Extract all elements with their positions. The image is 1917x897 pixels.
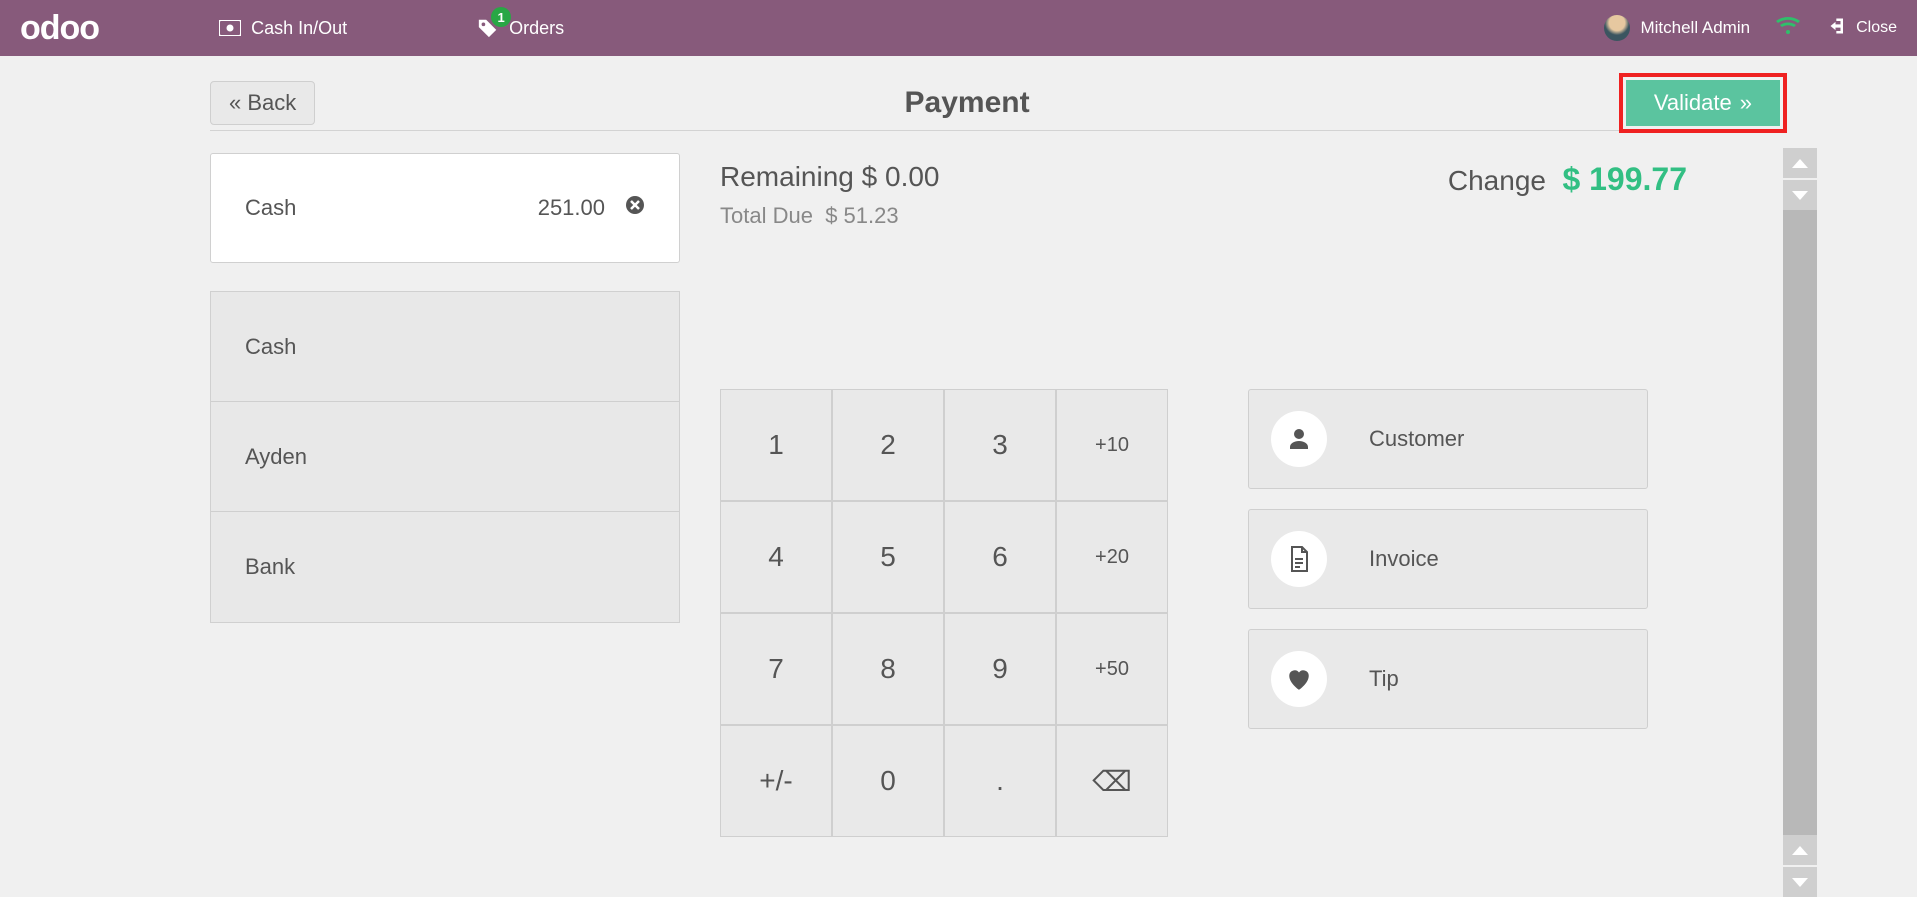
- numeric-keypad: 1 2 3 +10 4 5 6 +20 7 8 9 +50 +/- 0 . ⌫: [720, 389, 1168, 837]
- payment-summary: Remaining $ 0.00 Total Due $ 51.23 Chang…: [720, 153, 1747, 229]
- scroll-down-icon-1[interactable]: [1783, 835, 1817, 865]
- payment-method-cash[interactable]: Cash: [211, 292, 679, 402]
- cash-bill-icon: [219, 20, 241, 36]
- key-dot[interactable]: .: [944, 725, 1056, 837]
- user-icon: [1271, 411, 1327, 467]
- tip-button[interactable]: Tip: [1248, 629, 1648, 729]
- key-2[interactable]: 2: [832, 389, 944, 501]
- user-name[interactable]: Mitchell Admin: [1640, 18, 1750, 38]
- cash-in-out-button[interactable]: Cash In/Out: [219, 18, 347, 39]
- key-0[interactable]: 0: [832, 725, 944, 837]
- remaining-value: $ 0.00: [862, 161, 940, 192]
- key-plus-10[interactable]: +10: [1056, 389, 1168, 501]
- delete-payment-line-icon[interactable]: [625, 195, 645, 221]
- remaining-label: Remaining: [720, 161, 854, 192]
- orders-badge: 1: [491, 7, 511, 27]
- odoo-logo: odoo: [20, 9, 99, 48]
- validate-button[interactable]: Validate »: [1626, 80, 1780, 126]
- key-4[interactable]: 4: [720, 501, 832, 613]
- heart-icon: [1271, 651, 1327, 707]
- cash-in-out-label: Cash In/Out: [251, 18, 347, 39]
- payment-line[interactable]: Cash 251.00: [210, 153, 680, 263]
- key-backspace[interactable]: ⌫: [1056, 725, 1168, 837]
- validate-highlight: Validate »: [1619, 73, 1787, 133]
- payment-method-bank[interactable]: Bank: [211, 512, 679, 622]
- avatar[interactable]: [1604, 15, 1630, 41]
- key-5[interactable]: 5: [832, 501, 944, 613]
- payment-method-ayden[interactable]: Ayden: [211, 402, 679, 512]
- change-label: Change: [1448, 165, 1546, 196]
- total-due-value: $ 51.23: [825, 203, 898, 228]
- scroll-track[interactable]: [1783, 210, 1817, 835]
- key-8[interactable]: 8: [832, 613, 944, 725]
- key-plus-50[interactable]: +50: [1056, 613, 1168, 725]
- top-bar: odoo Cash In/Out 1 Orders Mitchell Admin…: [0, 0, 1917, 56]
- back-label: Back: [247, 90, 296, 115]
- chevron-left-icon: «: [229, 90, 241, 115]
- payment-left-column: Cash 251.00 Cash Ayden Bank: [210, 153, 680, 837]
- payment-line-amount: 251.00: [538, 195, 605, 221]
- orders-label: Orders: [509, 18, 564, 39]
- scroll-down-icon-2[interactable]: [1783, 867, 1817, 897]
- key-plus-20[interactable]: +20: [1056, 501, 1168, 613]
- back-button[interactable]: « Back: [210, 81, 315, 125]
- key-1[interactable]: 1: [720, 389, 832, 501]
- key-7[interactable]: 7: [720, 613, 832, 725]
- key-9[interactable]: 9: [944, 613, 1056, 725]
- wifi-icon: [1776, 16, 1800, 41]
- page-title: Payment: [315, 86, 1619, 120]
- tag-icon: 1: [477, 17, 499, 39]
- chevron-right-icon: »: [1740, 90, 1752, 116]
- payment-method-list: Cash Ayden Bank: [210, 291, 680, 623]
- key-6[interactable]: 6: [944, 501, 1056, 613]
- tip-label: Tip: [1369, 666, 1399, 692]
- payment-line-method: Cash: [245, 195, 296, 221]
- key-3[interactable]: 3: [944, 389, 1056, 501]
- invoice-button[interactable]: Invoice: [1248, 509, 1648, 609]
- close-label: Close: [1856, 19, 1897, 37]
- validate-label: Validate: [1654, 90, 1732, 116]
- close-button[interactable]: Close: [1828, 16, 1897, 41]
- key-plus-minus[interactable]: +/-: [720, 725, 832, 837]
- logout-icon: [1828, 16, 1848, 41]
- payment-screen: « Back Payment Validate » Cash 251.00 Ca…: [210, 75, 1787, 897]
- side-actions: Customer Invoice Tip: [1248, 389, 1648, 837]
- document-icon: [1271, 531, 1327, 587]
- scrollbar[interactable]: [1783, 148, 1817, 897]
- scroll-up-icon-2[interactable]: [1783, 180, 1817, 210]
- orders-button[interactable]: 1 Orders: [477, 17, 564, 39]
- customer-button[interactable]: Customer: [1248, 389, 1648, 489]
- change-value: $ 199.77: [1562, 161, 1687, 197]
- customer-label: Customer: [1369, 426, 1464, 452]
- total-due-label: Total Due: [720, 203, 813, 228]
- invoice-label: Invoice: [1369, 546, 1439, 572]
- scroll-up-icon[interactable]: [1783, 148, 1817, 178]
